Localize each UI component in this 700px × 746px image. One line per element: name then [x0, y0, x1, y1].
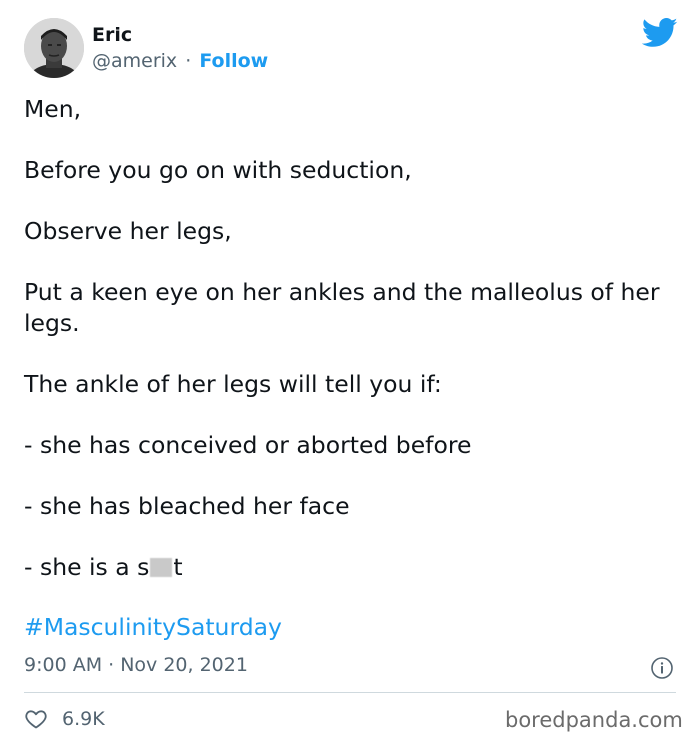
info-icon[interactable] [650, 656, 674, 680]
redaction-block [150, 558, 173, 577]
tweet-paragraph: Men, [24, 95, 82, 123]
author-handle[interactable]: @amerix [92, 50, 177, 72]
twitter-bird-icon[interactable] [642, 18, 678, 48]
tweet-paragraph: - she has conceived or aborted before [24, 431, 472, 459]
like-button[interactable]: 6.9K [24, 706, 105, 732]
tweet-paragraph: Observe her legs, [24, 217, 232, 245]
like-count: 6.9K [62, 708, 105, 730]
tweet-paragraph: - she has bleached her face [24, 492, 350, 520]
tweet-paragraph: The ankle of her legs will tell you if: [24, 370, 442, 398]
tweet-timestamp[interactable]: 9:00 AM · Nov 20, 2021 [24, 654, 248, 676]
divider [24, 692, 676, 693]
hashtag-link[interactable]: #MasculinitySaturday [24, 613, 282, 641]
heart-icon [25, 710, 47, 729]
handle-separator: · [185, 50, 192, 72]
redacted-line-end: t [173, 553, 183, 581]
tweet-paragraph-redacted: - she is a s t [24, 552, 676, 583]
watermark: boredpanda.com [505, 708, 683, 732]
author-name[interactable]: Eric [92, 24, 132, 46]
avatar-image [24, 18, 84, 78]
tweet-paragraph: Before you go on with seduction, [24, 156, 412, 184]
follow-button[interactable]: Follow [199, 50, 268, 72]
tweet-text: Men, Before you go on with seduction, Ob… [24, 94, 676, 613]
author-handle-row: @amerix · Follow [92, 50, 268, 72]
avatar[interactable] [24, 18, 84, 78]
redacted-line-start: - she is a s [24, 553, 150, 581]
tweet-paragraph: Put a keen eye on her ankles and the mal… [24, 278, 660, 337]
